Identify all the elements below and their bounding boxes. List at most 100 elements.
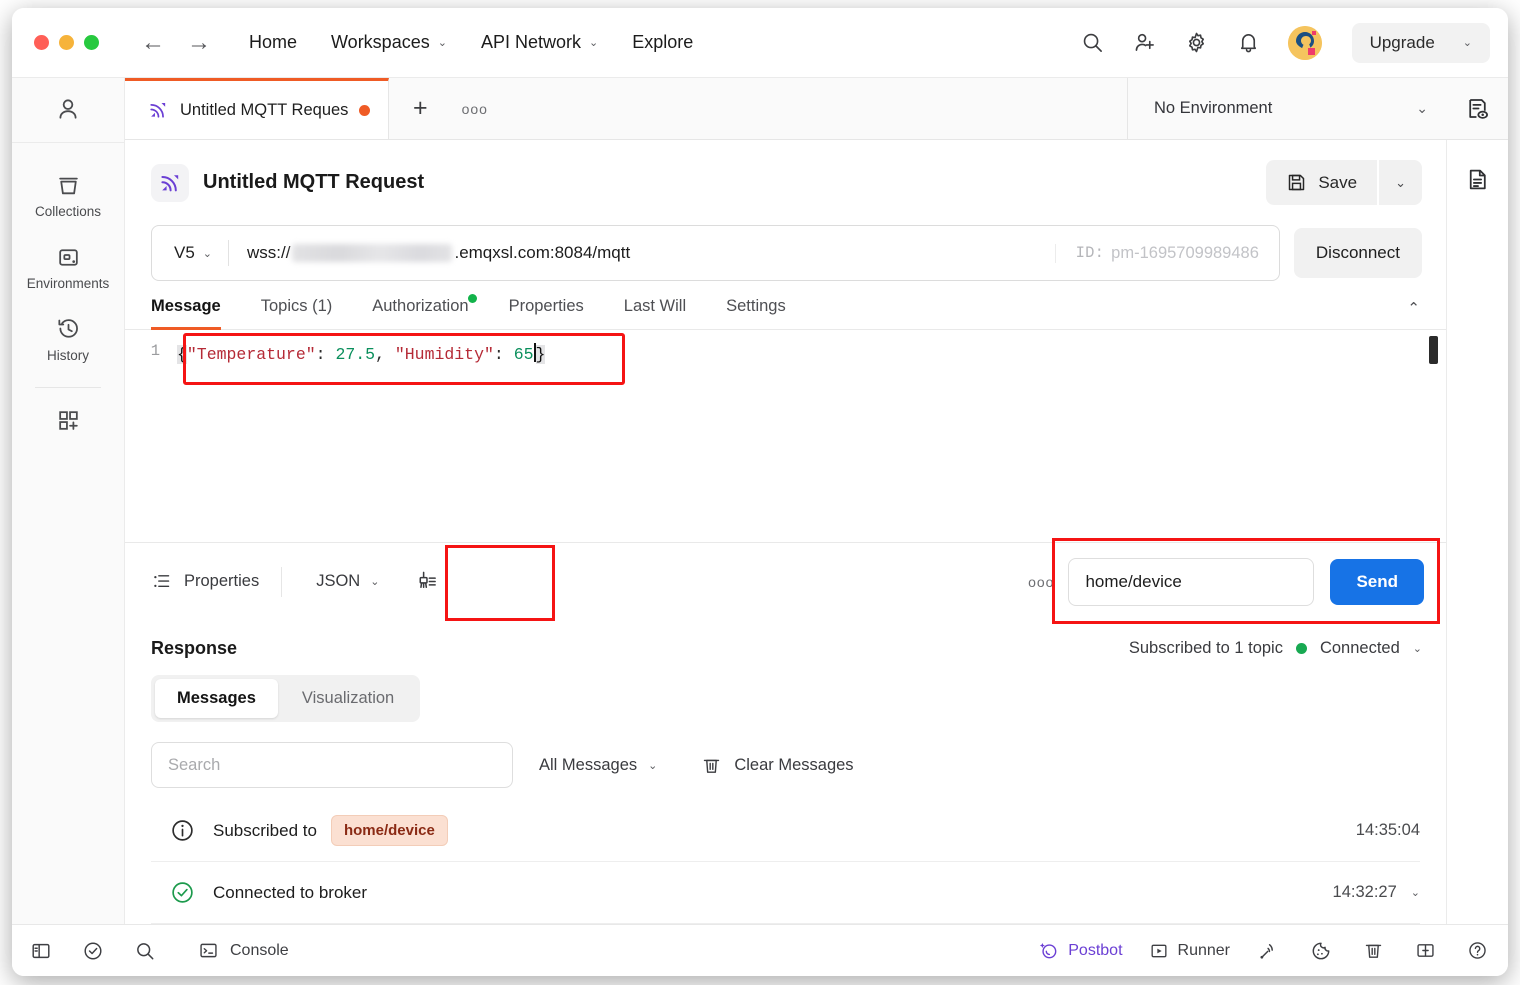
layout-icon[interactable] [1412,938,1438,964]
message-properties-label: Properties [184,572,260,590]
invite-user-icon[interactable] [1132,30,1158,56]
upgrade-label: Upgrade [1369,32,1435,52]
topic-badge: home/device [330,815,448,846]
tab-message-label: Message [151,297,221,315]
new-tab-button[interactable]: + [389,78,448,139]
subscribed-count-label: Subscribed to 1 topic [1128,639,1283,657]
chevron-down-icon: ⌄ [588,37,599,49]
expand-row-chevron-icon[interactable]: ⌄ [1411,886,1420,899]
help-icon[interactable] [1464,938,1490,964]
disconnect-button[interactable]: Disconnect [1293,228,1422,278]
response-title: Response [151,638,238,658]
console-button[interactable]: Console [198,940,289,961]
protocol-version-label: V5 [174,243,195,262]
collapse-response-button[interactable]: ⌄ [1413,642,1422,655]
sidebar-new-item-button[interactable] [12,396,124,447]
nav-item-api-network[interactable]: API Network ⌄ [481,32,598,53]
page-title: Untitled MQTT Request [203,171,425,193]
nav-arrows: ← → [141,30,211,55]
sidebar-toggle-icon[interactable] [28,938,54,964]
back-arrow-icon[interactable]: ← [141,30,165,55]
sidebar-item-environments-label: Environments [26,276,110,291]
chevron-down-icon: ⌄ [1416,100,1428,116]
tab-message[interactable]: Message [151,297,241,330]
app-body: Collections Environments History Untitle… [12,78,1508,924]
list-item[interactable]: Connected to broker 14:32:27 ⌄ [151,862,1420,924]
save-button[interactable]: Save [1266,160,1378,205]
search-input[interactable]: Search [151,742,513,788]
tab-settings[interactable]: Settings [706,297,806,329]
open-tab-mqtt-request[interactable]: Untitled MQTT Request [125,78,389,139]
search-placeholder: Search [168,755,221,774]
response-view-switcher: Messages Visualization [125,669,1446,722]
list-item[interactable]: Subscribed to home/device 14:35:04 [151,800,1420,862]
search-icon[interactable] [1080,30,1106,56]
environment-quick-look-icon[interactable] [1446,78,1508,139]
beautify-icon[interactable] [415,570,438,593]
tab-messages[interactable]: Messages [155,679,278,718]
documentation-icon[interactable] [1465,166,1491,192]
nav-item-workspaces[interactable]: Workspaces ⌄ [331,32,447,53]
cookie-icon[interactable] [1308,938,1334,964]
notifications-bell-icon[interactable] [1236,30,1262,56]
forward-arrow-icon[interactable]: → [187,30,211,55]
save-group: Save ⌄ [1266,160,1422,205]
client-id-label: ID: [1075,244,1105,262]
history-icon [56,317,81,342]
nav-item-workspaces-label: Workspaces [331,32,430,52]
response-header: Response Subscribed to 1 topic Connected… [125,620,1446,669]
trash-icon[interactable] [1360,938,1386,964]
environment-selector[interactable]: No Environment ⌄ [1128,78,1446,139]
tab-visualization[interactable]: Visualization [280,679,416,718]
window-maximize-button[interactable] [84,35,99,50]
request-tab-strip: Untitled MQTT Request + ooo No Environme… [125,78,1508,140]
save-options-button[interactable]: ⌄ [1379,160,1422,205]
upgrade-button[interactable]: Upgrade ⌄ [1351,22,1490,63]
mqtt-broadcast-icon [147,99,169,121]
sidebar-item-user[interactable] [12,96,124,143]
environment-zone: No Environment ⌄ [1127,78,1508,139]
sidebar-item-history[interactable]: History [12,305,124,377]
nav-item-home[interactable]: Home [249,32,297,53]
environment-selector-label: No Environment [1154,99,1273,117]
tab-options-button[interactable]: ooo [448,78,502,139]
message-filter-row: Search All Messages ⌄ Clear Messages [125,722,1446,800]
collapse-request-button[interactable]: ⌃ [1407,299,1420,329]
editor-scrollbar[interactable] [1429,336,1438,364]
publish-topic-input[interactable]: home/device [1068,557,1315,606]
connection-status-label: Connected [1319,639,1400,657]
open-tab-label: Untitled MQTT Request [180,100,348,119]
message-properties-button[interactable]: Properties [151,571,281,592]
json-key-humidity: "Humidity" [394,345,494,364]
request-title-row: Untitled MQTT Request Save ⌄ [125,140,1446,217]
trash-icon [701,755,722,776]
protocol-version-selector[interactable]: V5 ⌄ [152,243,228,263]
mqtt-signal-icon[interactable] [1256,938,1282,964]
message-more-options[interactable]: ooo [1028,574,1068,590]
chevron-down-icon: ⌄ [370,576,380,588]
editor-code-area[interactable]: {"Temperature": 27.5, "Humidity": 65} [173,330,1446,542]
check-circle-icon[interactable] [80,938,106,964]
user-avatar[interactable] [1287,25,1322,60]
sidebar-item-collections[interactable]: Collections [12,161,124,233]
postbot-button[interactable]: Postbot [1038,940,1123,961]
message-type-filter[interactable]: All Messages ⌄ [539,756,657,775]
settings-gear-icon[interactable] [1184,30,1210,56]
timestamp: 14:32:27 [1332,883,1397,901]
message-format-selector[interactable]: JSON ⌄ [298,562,397,601]
sidebar-item-environments[interactable]: Environments [12,233,124,305]
window-close-button[interactable] [34,35,49,50]
search-icon[interactable] [132,938,158,964]
send-button[interactable]: Send [1330,558,1424,605]
window-minimize-button[interactable] [59,35,74,50]
json-value-temperature: 27.5 [335,345,376,364]
nav-item-explore[interactable]: Explore [632,32,693,53]
properties-list-icon [151,571,172,592]
runner-button[interactable]: Runner [1149,941,1230,961]
tab-topics[interactable]: Topics (1) [241,297,353,329]
clear-messages-button[interactable]: Clear Messages [701,755,854,776]
tab-authorization[interactable]: Authorization [352,294,488,329]
broker-url-input[interactable]: wss:// .emqxsl.com:8084/mqtt [229,243,1055,263]
tab-last-will[interactable]: Last Will [604,297,706,329]
tab-properties[interactable]: Properties [489,297,604,329]
